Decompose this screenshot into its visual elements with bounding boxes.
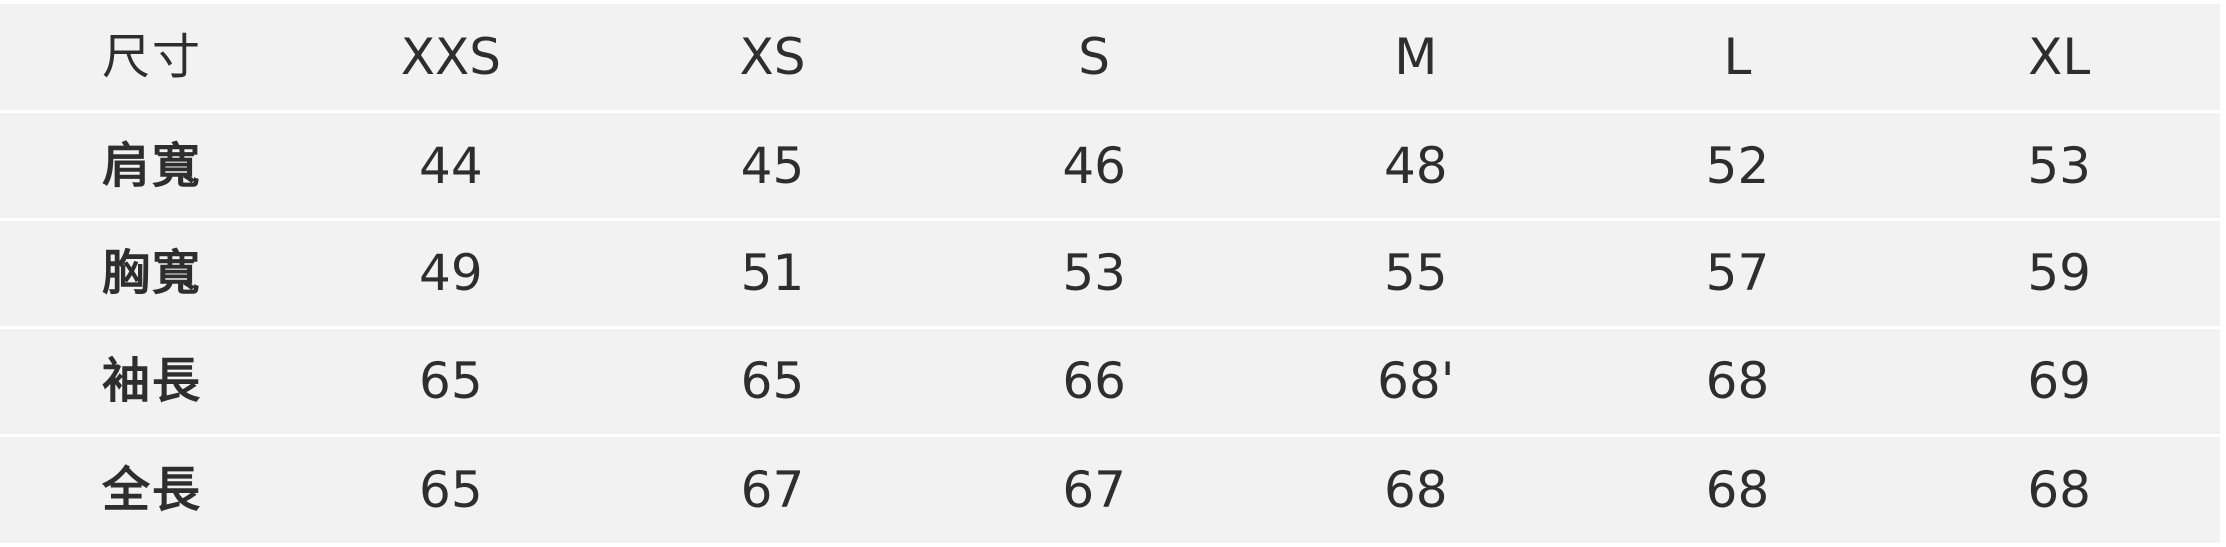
table-cell: 67 bbox=[740, 460, 805, 519]
header-xs: XS bbox=[611, 4, 934, 114]
header-xxs: XXS bbox=[290, 4, 612, 114]
table-header-row: 尺寸 XXS XS S M L XL bbox=[0, 4, 2220, 114]
table-cell: 65 bbox=[419, 460, 483, 519]
table-cell: 51 bbox=[611, 219, 934, 329]
table-cell: 49 bbox=[290, 219, 612, 329]
table-cell: 53 bbox=[1898, 111, 2220, 222]
row-label-chest: 胸寬 bbox=[0, 219, 290, 329]
header-size-label: 尺寸 bbox=[0, 4, 290, 114]
row-label-sleeve: 袖長 bbox=[0, 327, 290, 437]
table-cell: 65 bbox=[290, 327, 612, 437]
table-row: 袖長 65 65 66 68' 68 69 bbox=[0, 327, 2220, 437]
table-cell: 68 bbox=[2027, 460, 2091, 519]
table-row: 胸寬 49 51 53 55 57 59 bbox=[0, 219, 2220, 329]
table-cell: 53 bbox=[933, 219, 1255, 329]
size-chart: 尺寸 XXS XS S M L XL 肩寬 44 45 46 48 52 53 … bbox=[0, 0, 2226, 547]
table-cell: 65 bbox=[611, 327, 934, 437]
table-cell: 68 bbox=[1383, 460, 1448, 519]
header-l: L bbox=[1576, 4, 1899, 114]
table-cell: 48 bbox=[1254, 111, 1577, 222]
table-row: 全長 65 67 67 68 68 68 bbox=[0, 435, 2220, 543]
table-row: 肩寬 44 45 46 48 52 53 bbox=[0, 111, 2220, 222]
table-cell: 68 bbox=[1576, 327, 1899, 437]
table-cell: 46 bbox=[933, 111, 1255, 222]
row-label-length: 全長 bbox=[102, 461, 203, 518]
table-cell: 68 bbox=[1705, 460, 1770, 519]
table-cell: 45 bbox=[611, 111, 934, 222]
table-cell: 57 bbox=[1576, 219, 1899, 329]
table-cell: 69 bbox=[1898, 327, 2220, 437]
header-m: M bbox=[1254, 4, 1577, 114]
size-table: 尺寸 XXS XS S M L XL 肩寬 44 45 46 48 52 53 … bbox=[0, 4, 2220, 543]
header-s: S bbox=[933, 4, 1255, 114]
table-cell: 52 bbox=[1576, 111, 1899, 222]
table-cell: 68' bbox=[1254, 327, 1577, 437]
header-xl: XL bbox=[1898, 4, 2220, 114]
table-cell: 44 bbox=[290, 111, 612, 222]
table-cell: 59 bbox=[1898, 219, 2220, 329]
row-label-shoulder: 肩寬 bbox=[0, 111, 290, 222]
table-cell: 66 bbox=[933, 327, 1255, 437]
table-cell: 67 bbox=[1062, 460, 1126, 519]
table-cell: 55 bbox=[1254, 219, 1577, 329]
